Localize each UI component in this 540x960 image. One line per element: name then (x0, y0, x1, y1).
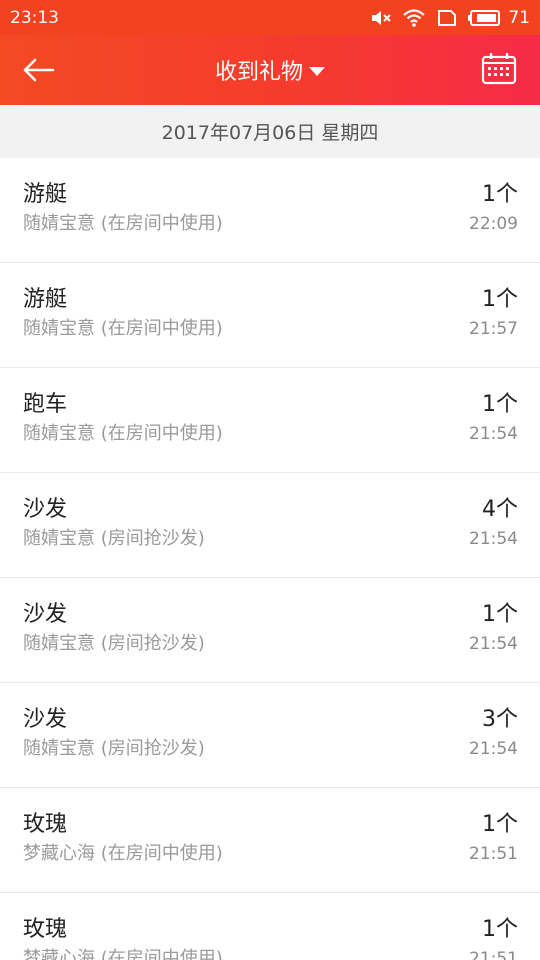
gift-time: 21:54 (469, 634, 518, 654)
list-item[interactable]: 沙发随婧宝意 (房间抢沙发) 3个 21:54 (0, 683, 540, 788)
gift-time: 21:51 (469, 844, 518, 864)
gift-count: 1个 (482, 602, 518, 627)
gift-name: 跑车 (23, 392, 68, 417)
list-item[interactable]: 跑车随婧宝意 (在房间中使用) 1个 21:54 (0, 368, 540, 473)
list-item[interactable]: 沙发随婧宝意 (房间抢沙发) 1个 21:54 (0, 578, 540, 683)
gift-source: 随婧宝意 (在房间中使用) (23, 318, 223, 339)
status-icons: 71 (370, 8, 530, 28)
gift-source: 随婧宝意 (房间抢沙发) (23, 528, 205, 549)
gift-name: 沙发 (23, 497, 68, 522)
gift-count: 4个 (482, 497, 518, 522)
gift-time: 21:51 (469, 949, 518, 960)
battery-level: 71 (508, 7, 530, 28)
battery-icon (468, 9, 502, 27)
status-time: 23:13 (10, 7, 59, 28)
gift-time: 22:09 (469, 214, 518, 234)
gift-count: 1个 (482, 917, 518, 942)
gift-name: 沙发 (23, 602, 68, 627)
sim-icon (436, 8, 458, 28)
gift-source: 随婧宝意 (在房间中使用) (23, 423, 223, 444)
gift-name: 游艇 (23, 287, 68, 312)
mute-icon (370, 8, 392, 28)
list-item[interactable]: 玫瑰梦藏心海 (在房间中使用) 1个 21:51 (0, 893, 540, 960)
app-header: 收到礼物 (0, 35, 540, 105)
gift-count: 1个 (482, 182, 518, 207)
arrow-left-icon (23, 58, 55, 82)
calendar-button[interactable] (480, 49, 518, 87)
gift-time: 21:57 (469, 319, 518, 339)
caret-down-icon (309, 66, 325, 76)
page-title: 收到礼物 (214, 60, 303, 85)
list-item[interactable]: 沙发随婧宝意 (房间抢沙发) 4个 21:54 (0, 473, 540, 578)
gift-time: 21:54 (469, 739, 518, 759)
gift-source: 随婧宝意 (房间抢沙发) (23, 738, 205, 759)
gift-name: 玫瑰 (23, 812, 68, 837)
list-item[interactable]: 游艇随婧宝意 (在房间中使用) 1个 21:57 (0, 263, 540, 368)
gift-count: 3个 (482, 707, 518, 732)
list-item[interactable]: 游艇随婧宝意 (在房间中使用) 1个 22:09 (0, 158, 540, 263)
gift-name: 游艇 (23, 182, 68, 207)
gift-source: 梦藏心海 (在房间中使用) (23, 948, 223, 960)
gift-name: 玫瑰 (23, 917, 68, 942)
gift-list: 游艇 随婧宝意 (在房间中使用) 1个 22:09 游艇 随婧宝意 (在房间中使用) … (0, 158, 540, 960)
back-button[interactable] (20, 53, 56, 87)
date-header: 2017年07月06日 星期四 (0, 105, 540, 158)
gift-time: 21:54 (469, 424, 518, 444)
gift-source: 梦藏心海 (在房间中使用) (23, 843, 223, 864)
gift-name: 沙发 (23, 707, 68, 732)
status-bar: 23:13 71 (0, 0, 540, 35)
wifi-icon (402, 8, 426, 28)
gift-count: 1个 (482, 392, 518, 417)
gift-time: 21:54 (469, 529, 518, 549)
date-label: 2017年07月06日 星期四 (161, 122, 379, 144)
calendar-icon (481, 53, 517, 85)
gift-source: 随婧宝意 (房间抢沙发) (23, 633, 205, 654)
list-item[interactable]: 玫瑰梦藏心海 (在房间中使用) 1个 21:51 (0, 788, 540, 893)
title-dropdown[interactable]: 收到礼物 (215, 54, 325, 86)
gift-count: 1个 (482, 287, 518, 312)
gift-source: 随婧宝意 (在房间中使用) (23, 213, 223, 234)
gift-count: 1个 (482, 812, 518, 837)
